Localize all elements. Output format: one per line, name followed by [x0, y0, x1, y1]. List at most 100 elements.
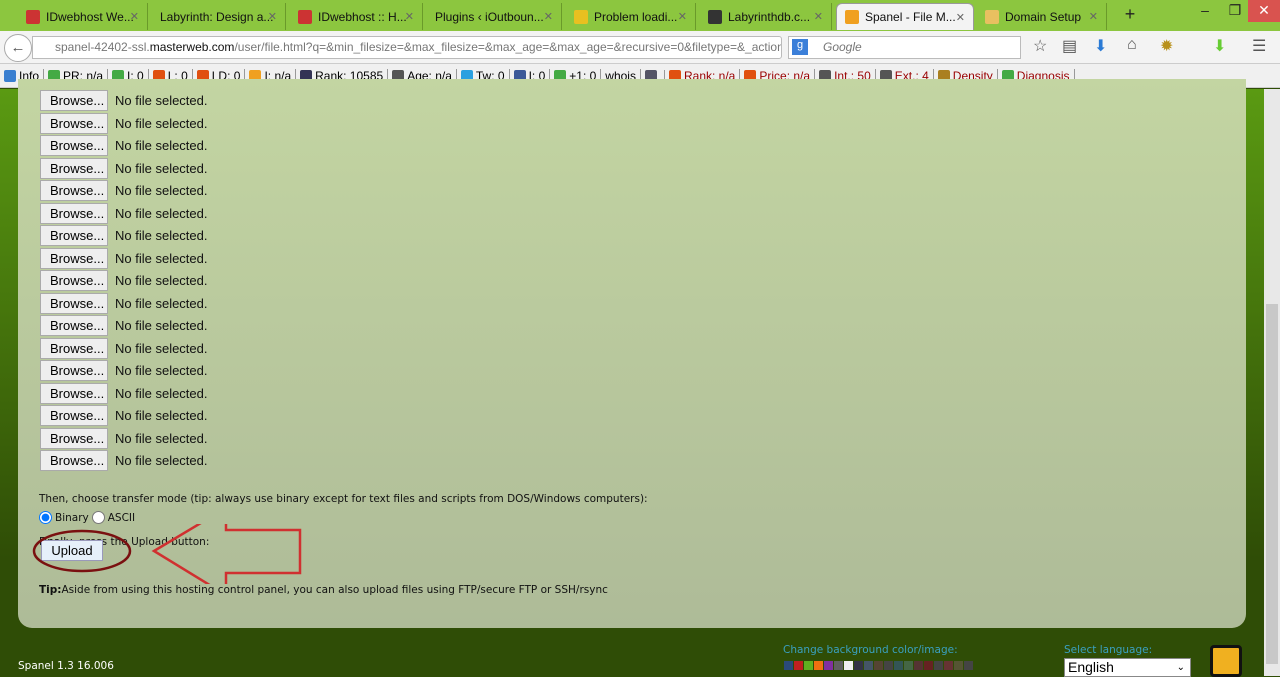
tab[interactable]: IDwebhost :: H... ✕: [290, 3, 423, 30]
tab[interactable]: Labyrinth: Design a... ✕: [152, 3, 286, 30]
background-swatch[interactable]: [844, 661, 853, 670]
new-tab-button[interactable]: +: [1115, 4, 1145, 26]
close-tab-icon[interactable]: ✕: [268, 10, 277, 23]
file-input-row: Browse... No file selected.: [40, 315, 208, 336]
browse-button[interactable]: Browse...: [40, 135, 108, 156]
browse-button[interactable]: Browse...: [40, 360, 108, 381]
background-swatch[interactable]: [944, 661, 953, 670]
browse-button[interactable]: Browse...: [40, 450, 108, 471]
browse-button[interactable]: Browse...: [40, 157, 108, 179]
browse-button[interactable]: Browse...: [40, 90, 108, 111]
tab[interactable]: Plugins ‹ iOutboun... ✕: [427, 3, 562, 30]
browse-button[interactable]: Browse...: [40, 247, 108, 269]
language-label: Select language:: [1064, 644, 1153, 656]
close-tab-icon[interactable]: ✕: [130, 10, 139, 23]
background-swatch[interactable]: [864, 661, 873, 670]
tab-label: Labyrinthdb.c...: [728, 9, 811, 24]
tab[interactable]: Domain Setup ✕: [977, 3, 1107, 30]
background-swatch[interactable]: [834, 661, 843, 670]
tab[interactable]: IDwebhost We... ✕: [18, 3, 148, 30]
background-swatch[interactable]: [904, 661, 913, 670]
scrollbar[interactable]: [1264, 89, 1280, 676]
file-status: No file selected.: [115, 160, 208, 176]
background-swatch[interactable]: [824, 661, 833, 670]
language-select[interactable]: English ⌄: [1064, 658, 1191, 677]
browse-button[interactable]: Browse...: [40, 202, 108, 224]
close-tab-icon[interactable]: ✕: [956, 11, 965, 24]
url-prefix: spanel-42402-ssl.: [55, 40, 150, 54]
restore-button[interactable]: ❐: [1220, 0, 1250, 22]
browse-button[interactable]: Browse...: [40, 270, 108, 291]
tab[interactable]: Labyrinthdb.c... ✕: [700, 3, 832, 30]
mail-icon: [985, 9, 999, 24]
binary-radio[interactable]: [39, 511, 52, 524]
close-tab-icon[interactable]: ✕: [544, 10, 553, 23]
background-swatch[interactable]: [884, 661, 893, 670]
ascii-radio[interactable]: [91, 511, 105, 524]
file-input-row: Browse... No file selected.: [40, 247, 208, 269]
tab-label: IDwebhost :: H...: [318, 9, 407, 24]
background-swatch[interactable]: [804, 661, 813, 670]
scrollbar-thumb[interactable]: [1266, 304, 1278, 664]
background-swatch[interactable]: [814, 661, 823, 670]
annotation-overlay: [32, 524, 302, 584]
browse-button[interactable]: Browse...: [40, 337, 108, 359]
tab-label: IDwebhost We...: [46, 9, 134, 24]
google-icon[interactable]: g: [792, 39, 808, 55]
browse-button[interactable]: Browse...: [40, 180, 108, 201]
background-swatch[interactable]: [934, 661, 943, 670]
warning-icon: [574, 9, 588, 24]
file-input-row: Browse... No file selected.: [40, 270, 208, 291]
tab-label: Spanel - File M...: [865, 10, 956, 24]
tab-label: Plugins ‹ iOutboun...: [435, 9, 544, 24]
browse-button[interactable]: Browse...: [40, 405, 108, 426]
background-swatch[interactable]: [894, 661, 903, 670]
background-swatch[interactable]: [794, 661, 803, 670]
navigation-bar: ← spanel-42402-ssl.masterweb.com/user/fi…: [0, 31, 1280, 64]
browse-button[interactable]: Browse...: [40, 112, 108, 134]
file-status: No file selected.: [115, 228, 208, 243]
url-bar[interactable]: spanel-42402-ssl.masterweb.com/user/file…: [32, 36, 782, 59]
minimize-button[interactable]: –: [1190, 0, 1220, 22]
background-swatch[interactable]: [954, 661, 963, 670]
browse-button[interactable]: Browse...: [40, 292, 108, 314]
file-input-row: Browse... No file selected.: [40, 427, 208, 449]
ascii-label: ASCII: [107, 511, 136, 524]
mode-prompt: Then, choose transfer mode (tip: always …: [39, 493, 648, 505]
close-tab-icon[interactable]: ✕: [814, 10, 823, 23]
browse-button[interactable]: Browse...: [40, 427, 108, 449]
close-tab-icon[interactable]: ✕: [1089, 10, 1098, 23]
file-status: No file selected.: [115, 93, 208, 108]
download-helper-icon[interactable]: ⬇: [1213, 36, 1226, 56]
download-icon[interactable]: ⬇: [1094, 36, 1107, 56]
tab[interactable]: Spanel - File M... ✕: [836, 3, 974, 30]
background-swatch[interactable]: [924, 661, 933, 670]
search-input[interactable]: Google: [788, 36, 1021, 59]
language-value: English: [1068, 659, 1114, 675]
close-tab-icon[interactable]: ✕: [405, 10, 414, 23]
background-swatch[interactable]: [964, 661, 973, 670]
close-window-button[interactable]: ✕: [1248, 0, 1280, 22]
file-input-row: Browse... No file selected.: [40, 405, 208, 426]
addon-gear-icon[interactable]: ✹: [1160, 36, 1173, 56]
browse-button[interactable]: Browse...: [40, 382, 108, 404]
background-swatch[interactable]: [854, 661, 863, 670]
tab-label: Problem loadi...: [594, 9, 678, 24]
menu-icon[interactable]: ☰: [1252, 36, 1266, 56]
home-icon[interactable]: ⌂: [1127, 36, 1137, 54]
tip-text: Aside from using this hosting control pa…: [61, 584, 608, 596]
browse-button[interactable]: Browse...: [40, 225, 108, 246]
background-swatch[interactable]: [914, 661, 923, 670]
bookmark-star-icon[interactable]: ☆: [1033, 36, 1047, 56]
file-input-row: Browse... No file selected.: [40, 337, 208, 359]
version-text: Spanel 1.3 16.006: [18, 660, 114, 672]
back-button[interactable]: ←: [4, 34, 32, 62]
file-input-row: Browse... No file selected.: [40, 135, 208, 156]
reading-list-icon[interactable]: ▤: [1062, 36, 1077, 56]
background-swatch[interactable]: [784, 661, 793, 670]
browse-button[interactable]: Browse...: [40, 315, 108, 336]
close-tab-icon[interactable]: ✕: [678, 10, 687, 23]
background-swatch[interactable]: [874, 661, 883, 670]
tab[interactable]: Problem loadi... ✕: [566, 3, 696, 30]
file-input-row: Browse... No file selected.: [40, 180, 208, 201]
